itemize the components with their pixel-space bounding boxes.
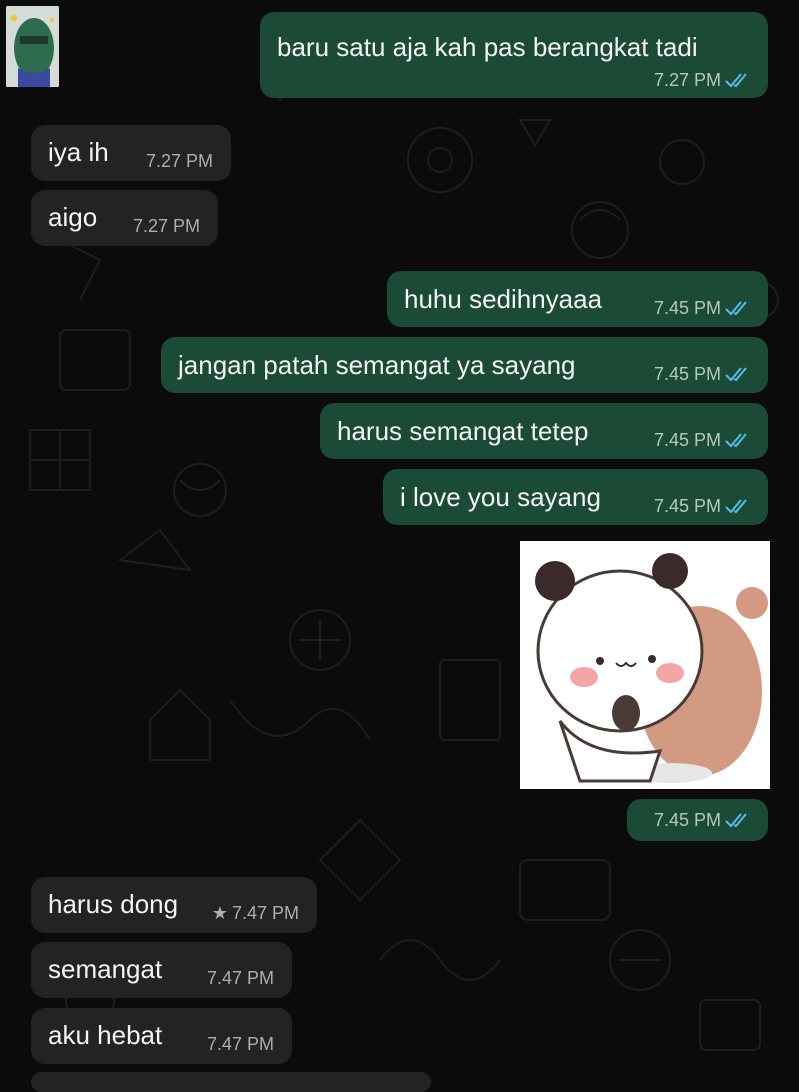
message-text: aku hebat xyxy=(48,1020,163,1050)
message-meta: 7.47 PM xyxy=(207,967,274,989)
message-meta: 7.45 PM xyxy=(654,429,751,451)
message-text: iya ih xyxy=(48,137,109,167)
message-meta: 7.27 PM xyxy=(146,150,213,172)
avatar-image xyxy=(6,6,59,87)
message-text: i love you sayang xyxy=(400,482,601,512)
message-text: jangan patah semangat ya sayang xyxy=(178,350,576,380)
sticker-meta-bubble: 7.45 PM xyxy=(627,799,768,841)
double-check-icon xyxy=(725,433,747,448)
message-time: 7.27 PM xyxy=(653,70,721,90)
message-meta: 7.27 PM xyxy=(133,215,200,237)
message-outgoing[interactable]: huhu sedihnyaaa 7.45 PM xyxy=(387,271,768,327)
message-meta: 7.45 PM xyxy=(654,809,751,831)
message-meta: ★ 7.47 PM xyxy=(212,902,299,924)
message-meta: 7.45 PM xyxy=(654,297,751,319)
message-text: huhu sedihnyaaa xyxy=(404,284,603,314)
message-time: 7.27 PM xyxy=(132,216,200,236)
message-text: harus dong xyxy=(48,889,179,919)
message-incoming[interactable]: aigo 7.27 PM xyxy=(31,190,218,246)
sticker-image[interactable] xyxy=(520,541,770,789)
message-meta: 7.27 PM xyxy=(654,69,751,91)
message-incoming[interactable]: aku hebat 7.47 PM xyxy=(31,1008,292,1064)
message-text: harus semangat tetep xyxy=(337,416,589,446)
message-meta: 7.45 PM xyxy=(654,363,751,385)
message-text: baru satu aja kah pas berangkat tadi xyxy=(277,32,698,62)
double-check-icon xyxy=(725,499,747,514)
message-text: aigo xyxy=(48,202,98,232)
message-time: 7.45 PM xyxy=(653,810,721,830)
message-meta: 7.45 PM xyxy=(654,495,751,517)
message-time: 7.45 PM xyxy=(653,298,721,318)
message-time: 7.45 PM xyxy=(653,496,721,516)
message-time: 7.47 PM xyxy=(206,968,274,988)
message-meta: 7.47 PM xyxy=(207,1033,274,1055)
double-check-icon xyxy=(725,73,747,88)
message-incoming[interactable]: harus dong ★ 7.47 PM xyxy=(31,877,317,933)
message-text: semangat xyxy=(48,954,163,984)
panda-bear-hug-sticker xyxy=(520,541,770,789)
message-incoming-partial[interactable] xyxy=(31,1072,431,1092)
message-incoming[interactable]: semangat 7.47 PM xyxy=(31,942,292,998)
star-icon: ★ xyxy=(211,903,228,923)
message-outgoing[interactable]: baru satu aja kah pas berangkat tadi 7.2… xyxy=(260,12,768,98)
message-outgoing[interactable]: jangan patah semangat ya sayang 7.45 PM xyxy=(161,337,768,393)
message-incoming[interactable]: iya ih 7.27 PM xyxy=(31,125,231,181)
message-time: 7.27 PM xyxy=(145,151,213,171)
contact-avatar[interactable] xyxy=(6,6,59,87)
message-outgoing[interactable]: i love you sayang 7.45 PM xyxy=(383,469,768,525)
double-check-icon xyxy=(725,813,747,828)
message-time: 7.45 PM xyxy=(653,364,721,384)
double-check-icon xyxy=(725,301,747,316)
message-time: 7.47 PM xyxy=(231,903,299,923)
message-time: 7.45 PM xyxy=(653,430,721,450)
double-check-icon xyxy=(725,367,747,382)
message-outgoing[interactable]: harus semangat tetep 7.45 PM xyxy=(320,403,768,459)
message-time: 7.47 PM xyxy=(206,1034,274,1054)
